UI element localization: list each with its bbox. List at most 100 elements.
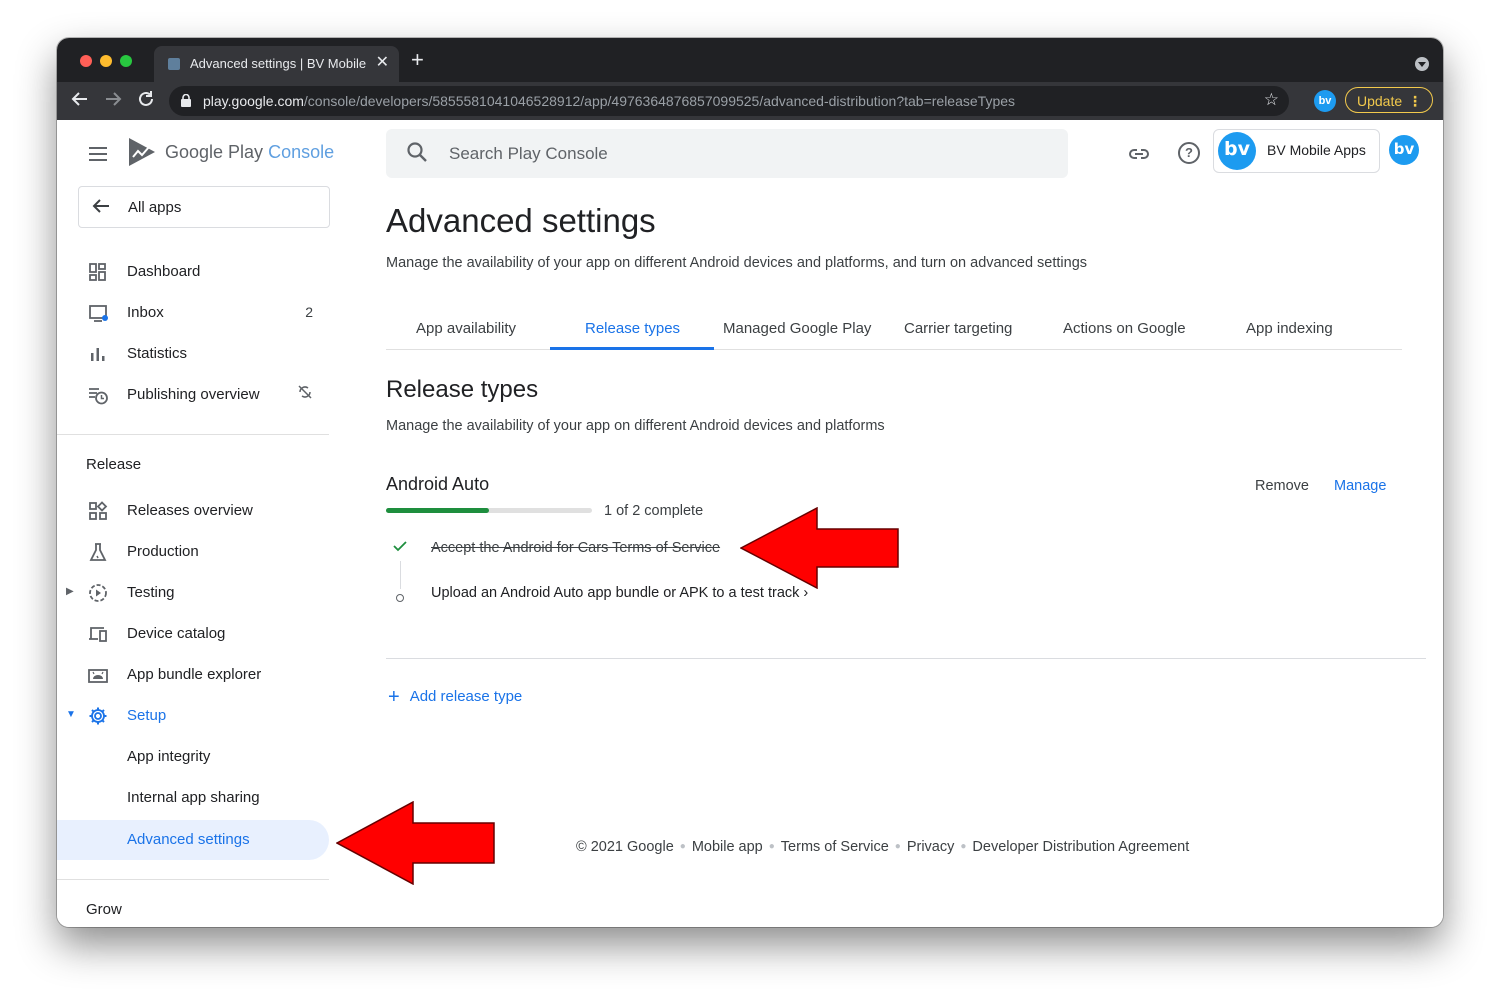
maximize-window-button[interactable] [120,55,132,67]
browser-window: Advanced settings | BV Mobile ✕ + play.g… [57,38,1443,927]
browser-tab[interactable]: Advanced settings | BV Mobile ✕ [154,46,399,82]
hamburger-menu-icon[interactable] [89,147,107,161]
page-title: Advanced settings [386,202,656,239]
bookmark-star-icon[interactable]: ☆ [1264,90,1279,110]
collapse-caret-icon[interactable]: ▼ [66,709,76,720]
tab-actions-on-google[interactable]: Actions on Google [1063,320,1186,337]
tab-close-icon[interactable]: ✕ [376,53,389,73]
url-text: play.google.com/console/developers/58555… [203,93,1015,109]
back-arrow-icon[interactable] [71,90,89,112]
search-input[interactable]: Search Play Console [386,129,1068,178]
sidebar-item-testing[interactable]: ▶ Testing [57,573,329,613]
reload-icon[interactable] [137,90,155,112]
tab-title: Advanced settings | BV Mobile [190,56,367,71]
browser-profile-avatar[interactable]: bv [1314,90,1336,112]
footer-copyright: © 2021 Google [576,839,674,855]
inbox-count-badge: 2 [305,304,313,320]
sidebar-item-label: Device catalog [127,625,226,642]
manage-button[interactable]: Manage [1334,478,1386,494]
browser-toolbar: play.google.com/console/developers/58555… [57,82,1443,120]
testing-play-icon [89,584,107,602]
inbox-icon [89,305,108,322]
sidebar-item-internal-app-sharing[interactable]: Internal app sharing [57,778,329,818]
lock-icon [181,94,191,107]
sidebar-item-label: Advanced settings [127,831,250,848]
sidebar-item-label: Production [127,543,199,560]
sidebar-item-setup[interactable]: ▼ Setup [57,696,329,736]
footer-link-privacy[interactable]: Privacy [907,839,955,855]
tab-app-availability[interactable]: App availability [416,320,516,337]
browser-update-button[interactable]: Update ⋮ [1345,87,1433,113]
android-bundle-icon [88,669,108,683]
sidebar-item-dashboard[interactable]: Dashboard [57,252,329,292]
tab-app-indexing[interactable]: App indexing [1246,320,1333,337]
forward-arrow-icon[interactable] [104,90,122,112]
sidebar-item-app-integrity[interactable]: App integrity [57,737,329,777]
releases-overview-icon [89,501,108,520]
sidebar-item-statistics[interactable]: Statistics [57,334,329,374]
remove-button[interactable]: Remove [1255,478,1309,494]
sidebar-item-label: Dashboard [127,263,201,280]
sidebar-divider [57,434,329,435]
sidebar-item-label: Releases overview [127,502,253,519]
section-subtitle: Manage the availability of your app on d… [386,418,885,434]
sidebar-item-label: Statistics [127,345,188,362]
logo-console: Console [268,142,335,162]
sidebar-item-publishing-overview[interactable]: Publishing overview [57,375,329,415]
progress-text: 1 of 2 complete [604,503,704,519]
sidebar-item-production[interactable]: Production [57,532,329,572]
new-tab-button[interactable]: + [411,47,424,73]
add-release-type-button[interactable]: + Add release type [388,686,522,709]
footer-link-mobile-app[interactable]: Mobile app [692,839,763,855]
play-console-favicon-icon [168,58,180,70]
sidebar-item-label: App integrity [127,748,211,765]
sidebar-item-label: Internal app sharing [127,789,260,806]
close-window-button[interactable] [80,55,92,67]
sidebar-item-label: Testing [127,584,175,601]
bar-chart-icon [91,348,105,361]
sidebar-item-releases-overview[interactable]: Releases overview [57,491,329,531]
back-arrow-icon [91,196,111,222]
publishing-schedule-icon [89,388,108,405]
update-label: Update [1357,93,1403,109]
play-console-logo-text: Google Play Console [165,142,334,163]
sidebar-item-label: Inbox [127,304,164,321]
developer-account-chip[interactable]: bv BV Mobile Apps [1213,129,1380,173]
help-icon[interactable]: ? [1178,142,1200,164]
sidebar-item-label: App bundle explorer [127,666,262,683]
production-flask-icon [89,543,107,561]
sidebar-item-inbox[interactable]: Inbox 2 [57,293,329,333]
progress-bar-fill [386,508,489,513]
footer-link-terms[interactable]: Terms of Service [781,839,889,855]
search-placeholder: Search Play Console [449,144,608,163]
expand-caret-icon[interactable]: ▶ [66,586,74,597]
devices-icon [89,627,107,642]
link-icon[interactable] [1127,142,1151,166]
sidebar-item-device-catalog[interactable]: Device catalog [57,614,329,654]
bv-mobile-apps-logo: bv [1218,132,1256,170]
section-title: Release types [386,376,539,403]
address-bar[interactable]: play.google.com/console/developers/58555… [169,86,1289,116]
footer-link-distribution-agreement[interactable]: Developer Distribution Agreement [972,839,1189,855]
dashboard-icon [89,263,106,281]
page-subtitle: Manage the availability of your app on d… [386,255,1088,271]
tab-managed-google-play[interactable]: Managed Google Play [723,320,871,337]
tab-carrier-targeting[interactable]: Carrier targeting [904,320,1012,337]
all-apps-button[interactable]: All apps [78,186,330,228]
search-icon [407,142,427,162]
active-tab-indicator [550,347,714,350]
avatar[interactable]: bv [1389,135,1419,165]
sidebar-item-advanced-settings[interactable]: Advanced settings [57,820,329,860]
add-release-type-label: Add release type [409,688,523,705]
sidebar-item-app-bundle-explorer[interactable]: App bundle explorer [57,655,329,695]
annotation-arrow-terms [740,507,899,589]
sidebar-section-release: Release [86,456,142,473]
card-divider [386,658,1426,659]
pending-step-circle-icon [396,594,404,602]
minimize-window-button[interactable] [100,55,112,67]
url-path: /console/developers/5855581041046528912/… [303,93,1016,109]
sidebar-item-label: Publishing overview [127,386,260,403]
sidebar-item-label: Setup [127,707,167,724]
tab-release-types[interactable]: Release types [585,320,680,337]
tab-search-icon[interactable] [1415,57,1429,71]
